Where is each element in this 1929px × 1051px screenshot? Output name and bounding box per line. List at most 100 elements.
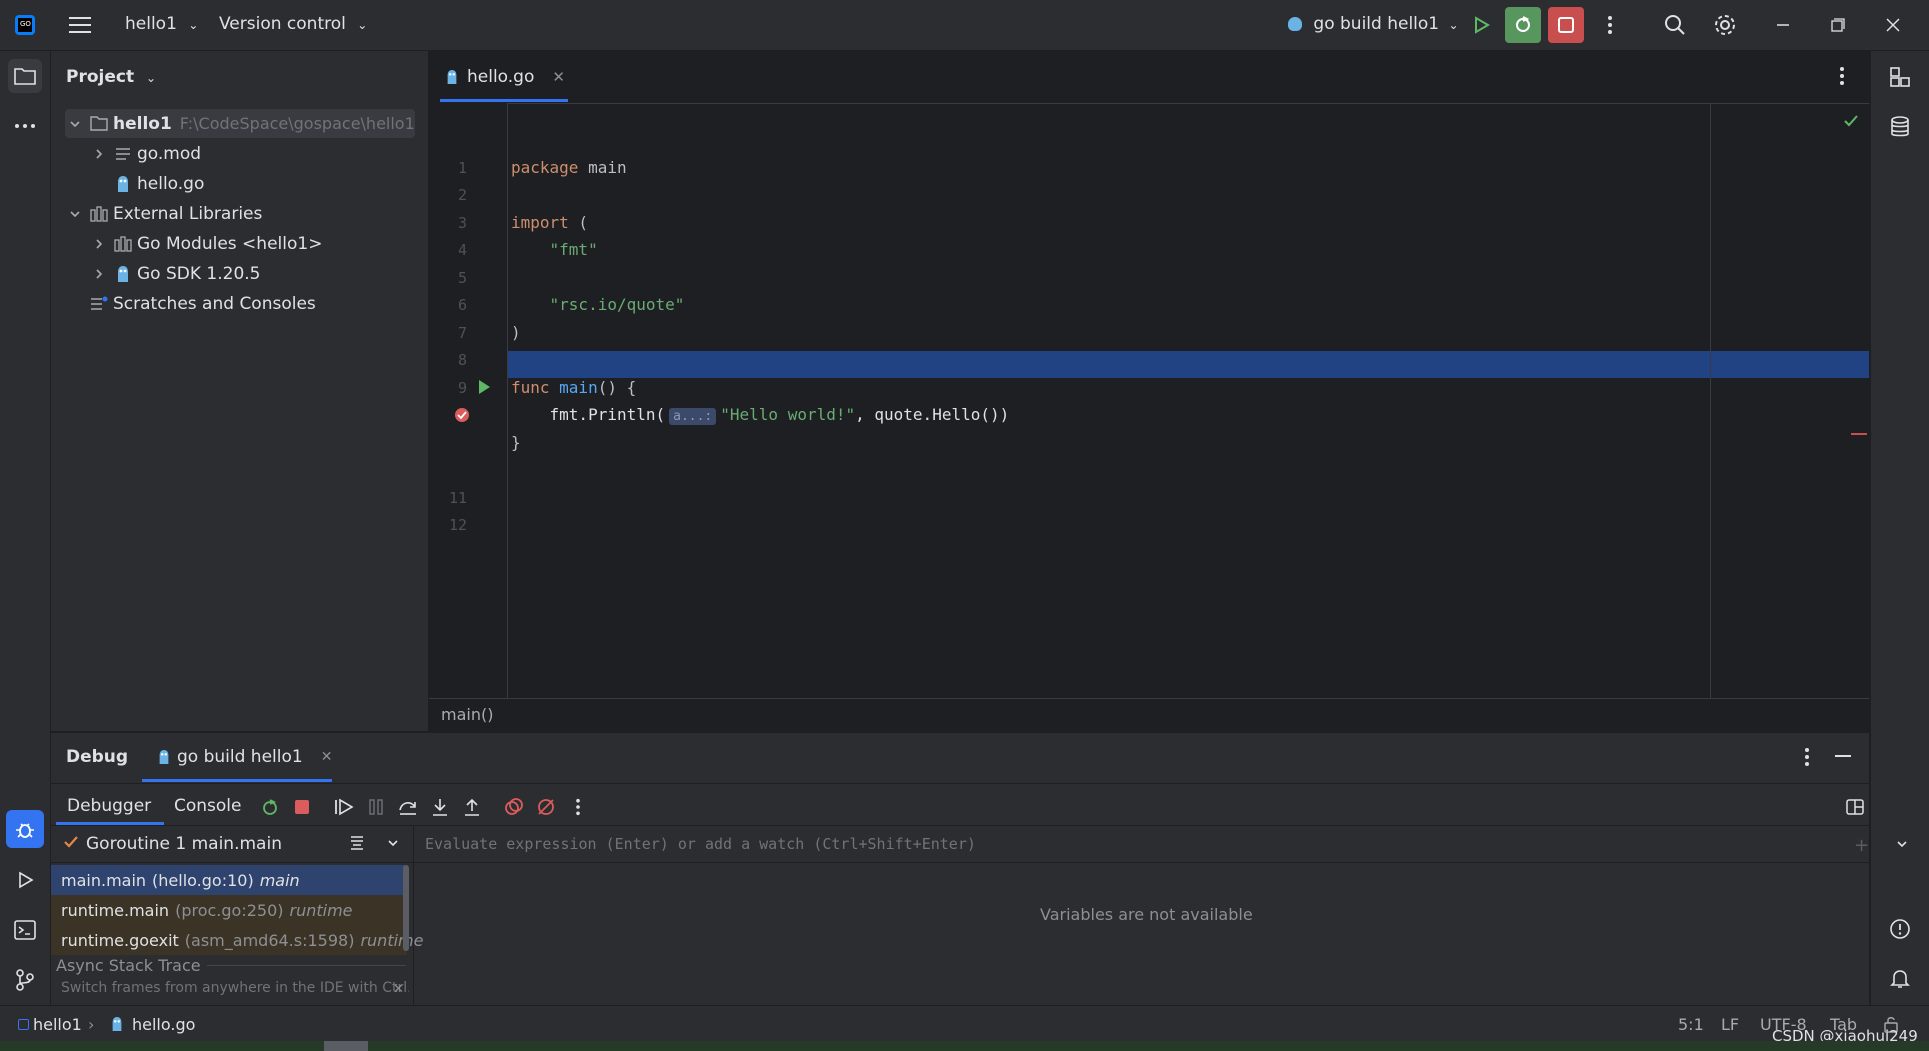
more-vertical-icon[interactable] <box>1595 10 1625 40</box>
close-tab-icon[interactable]: ✕ <box>552 68 565 86</box>
minimize-panel-icon[interactable] <box>1835 755 1851 757</box>
line-number: 11 <box>448 489 467 507</box>
chevron-down-icon: ⌄ <box>1448 18 1459 32</box>
scratches-icon <box>89 294 109 314</box>
breakpoint-icon[interactable] <box>453 406 471 424</box>
async-stack-header: Async Stack Trace <box>56 955 406 975</box>
code-line-3[interactable]: import ( <box>511 213 588 232</box>
step-over-icon[interactable] <box>395 794 421 820</box>
more-horizontal-icon[interactable] <box>8 109 42 143</box>
stack-frame[interactable]: main.main (hello.go:10) main <box>51 865 407 895</box>
tree-item-label: Scratches and Consoles <box>113 293 316 314</box>
mute-breakpoints-icon[interactable] <box>533 794 559 820</box>
goroutine-selector[interactable]: Goroutine 1 main.main <box>51 826 413 863</box>
more-vertical-icon[interactable] <box>1804 747 1810 767</box>
filter-list-icon[interactable] <box>349 835 365 851</box>
code-line-4[interactable]: "fmt" <box>511 240 598 259</box>
tree-item-label: External Libraries <box>113 203 263 224</box>
problems-icon[interactable] <box>1883 912 1917 946</box>
git-branch-icon[interactable] <box>8 963 42 997</box>
tree-item-path: F:\CodeSpace\gospace\hello1 <box>179 114 415 133</box>
chevron-down-icon[interactable] <box>387 837 399 849</box>
code-line-6[interactable]: "rsc.io/quote" <box>511 295 685 314</box>
code-line-10[interactable]: fmt.Println(a...: "Hello world!", quote.H… <box>511 405 1009 425</box>
project-panel-header[interactable]: Project ⌄ <box>66 67 156 87</box>
horizontal-scrollbar[interactable] <box>324 1041 368 1051</box>
active-tab-indicator <box>440 99 568 102</box>
tree-item-scratches[interactable]: Scratches and Consoles <box>89 289 316 318</box>
tree-item-go-modules[interactable]: Go Modules <hello1> <box>89 229 322 258</box>
vcs-selector[interactable]: Version control ⌄ <box>219 14 367 34</box>
restore-icon[interactable] <box>1823 10 1853 40</box>
minimize-icon[interactable] <box>1768 10 1798 40</box>
close-icon[interactable] <box>1878 10 1908 40</box>
stack-frame[interactable]: runtime.goexit (asm_amd64.s:1598) runtime <box>51 925 423 955</box>
code-line-11[interactable]: } <box>511 433 521 452</box>
stop-icon[interactable] <box>289 794 315 820</box>
chevron-right-icon[interactable] <box>89 264 109 284</box>
step-out-icon[interactable] <box>459 794 485 820</box>
tab-debugger[interactable]: Debugger <box>67 796 151 816</box>
debug-rerun-button[interactable] <box>1505 7 1541 43</box>
tree-item-hello-go[interactable]: hello.go <box>113 169 204 198</box>
rerun-icon[interactable] <box>257 794 283 820</box>
run-config-selector[interactable]: go build hello1 ⌄ <box>1288 14 1459 34</box>
current-line-highlight <box>507 351 1869 378</box>
debug-session-tab[interactable]: go build hello1 ✕ <box>157 747 332 767</box>
error-stripe-marker[interactable] <box>1851 433 1867 435</box>
chevron-right-icon[interactable] <box>89 234 109 254</box>
line-separator[interactable]: LF <box>1721 1015 1739 1034</box>
chevron-down-icon[interactable] <box>1896 838 1908 850</box>
terminal-icon[interactable] <box>8 913 42 947</box>
run-gutter-icon[interactable] <box>477 379 491 395</box>
evaluate-input[interactable]: Evaluate expression (Enter) or add a wat… <box>425 835 976 853</box>
gear-icon[interactable] <box>1710 10 1740 40</box>
gopher-icon <box>110 1016 124 1032</box>
database-icon[interactable] <box>1883 110 1917 144</box>
chevron-right-icon[interactable] <box>89 144 109 164</box>
run-button[interactable] <box>1466 10 1496 40</box>
bell-icon[interactable] <box>1883 962 1917 996</box>
more-vertical-icon[interactable] <box>1839 66 1845 86</box>
breadcrumb-file[interactable]: hello.go <box>132 1015 195 1034</box>
tree-item-go-mod[interactable]: go.mod <box>89 139 201 168</box>
project-panel-title: Project <box>66 67 135 87</box>
breadcrumb-project[interactable]: hello1 <box>33 1015 82 1034</box>
stack-frame[interactable]: runtime.main (proc.go:250) runtime <box>51 895 407 925</box>
chevron-down-icon[interactable] <box>65 204 85 224</box>
more-vertical-icon[interactable] <box>565 794 591 820</box>
tab-console[interactable]: Console <box>174 796 242 816</box>
caret-position[interactable]: 5:1 <box>1678 1015 1704 1034</box>
code-line-1[interactable]: package main <box>511 158 627 177</box>
active-session-indicator <box>142 779 332 782</box>
add-watch-icon[interactable]: + <box>1854 835 1869 856</box>
resume-icon[interactable] <box>331 794 357 820</box>
chevron-down-icon[interactable] <box>65 114 85 134</box>
close-hint-icon[interactable]: ✕ <box>393 982 404 997</box>
view-breakpoints-icon[interactable] <box>501 794 527 820</box>
tab-hello-go[interactable]: hello.go ✕ <box>445 65 565 89</box>
tree-item-go-sdk[interactable]: Go SDK 1.20.5 <box>89 259 260 288</box>
search-icon[interactable] <box>1660 10 1690 40</box>
evaluate-bar[interactable]: Evaluate expression (Enter) or add a wat… <box>414 826 1907 863</box>
stop-button[interactable] <box>1548 7 1584 43</box>
frames-scrollbar[interactable] <box>403 865 409 951</box>
structure-icon[interactable] <box>1883 60 1917 94</box>
divider <box>206 964 406 966</box>
tree-item-external-libraries[interactable]: External Libraries <box>65 199 262 228</box>
layout-icon[interactable] <box>1842 794 1868 820</box>
tree-item-hello1[interactable]: hello1 F:\CodeSpace\gospace\hello1 <box>65 109 415 138</box>
bug-icon[interactable] <box>6 810 44 848</box>
pause-icon[interactable] <box>363 794 389 820</box>
step-into-icon[interactable] <box>427 794 453 820</box>
breadcrumb-item[interactable]: main() <box>441 705 493 724</box>
code-line-7[interactable]: ) <box>511 323 521 342</box>
project-selector[interactable]: hello1 ⌄ <box>125 14 198 34</box>
folder-icon[interactable] <box>8 59 42 93</box>
close-tab-icon[interactable]: ✕ <box>321 749 333 765</box>
divider <box>51 783 1869 784</box>
main-menu-icon[interactable] <box>65 10 95 40</box>
code-line-9[interactable]: func main() { <box>511 378 636 397</box>
play-icon[interactable] <box>8 863 42 897</box>
editor-gutter[interactable]: 1 2 3 4 5 6 7 8 9 11 12 <box>429 103 508 749</box>
